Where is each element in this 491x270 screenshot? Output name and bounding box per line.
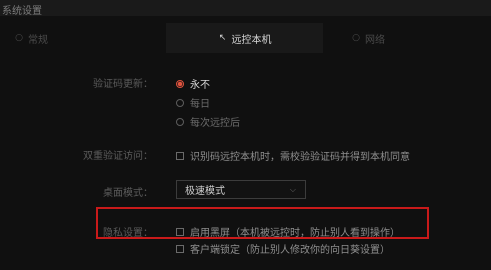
radio-daily[interactable]: 每日 <box>176 95 210 110</box>
two-factor-label: 双重验证访问： <box>83 151 153 162</box>
desktop-mode-select[interactable]: 极速模式 ⌵ <box>176 180 306 199</box>
circle-network-icon: ○ <box>352 33 360 43</box>
radio-after-each-remote[interactable]: 每次远控后 <box>176 114 240 129</box>
client-lock-checkbox-label: 客户端锁定（防止别人修改你的向日葵设置） <box>190 245 390 256</box>
radio-after-each-remote-dot[interactable] <box>176 117 184 126</box>
tab-network-label: 网络 <box>365 34 385 46</box>
tab-general-label: 常规 <box>28 34 48 46</box>
radio-daily-dot[interactable] <box>176 98 184 107</box>
radio-after-each-remote-label: 每次远控后 <box>190 118 240 129</box>
radio-never[interactable]: 永不 <box>176 76 210 91</box>
client-lock-checkbox-box[interactable] <box>176 244 184 253</box>
privacy-highlight-box <box>96 207 429 239</box>
circle-settings-icon: ○ <box>15 33 23 43</box>
two-factor-checkbox-box[interactable] <box>176 151 184 160</box>
radio-never-label: 永不 <box>190 80 210 91</box>
tab-remote-control[interactable]: ↖ 远控本机 <box>166 23 323 53</box>
settings-window: 系统设置 ○ 常规 ↖ 远控本机 ○ 网络 验证码更新： 永不 每日 每次远控后… <box>0 0 491 270</box>
verification-update-label: 验证码更新： <box>93 79 153 90</box>
tab-bar: ○ 常规 ↖ 远控本机 ○ 网络 <box>0 23 491 53</box>
two-factor-checkbox-label: 识别码远控本机时，需校验验证码并得到本机同意 <box>190 152 410 163</box>
remote-arrow-icon: ↖ <box>218 33 227 43</box>
radio-daily-label: 每日 <box>190 99 210 110</box>
desktop-mode-label: 桌面模式： <box>103 188 153 199</box>
tab-remote-control-label: 远控本机 <box>231 34 272 46</box>
chevron-down-icon: ⌵ <box>289 185 296 194</box>
window-title: 系统设置 <box>2 6 42 17</box>
tab-general[interactable]: ○ 常规 <box>0 23 166 53</box>
radio-never-dot[interactable] <box>176 79 184 88</box>
two-factor-checkbox[interactable]: 识别码远控本机时，需校验验证码并得到本机同意 <box>176 148 410 163</box>
desktop-mode-value: 极速模式 <box>185 186 225 197</box>
tab-network[interactable]: ○ 网络 <box>323 23 491 53</box>
client-lock-checkbox[interactable]: 客户端锁定（防止别人修改你的向日葵设置） <box>176 241 390 256</box>
title-bar: 系统设置 <box>0 0 491 17</box>
